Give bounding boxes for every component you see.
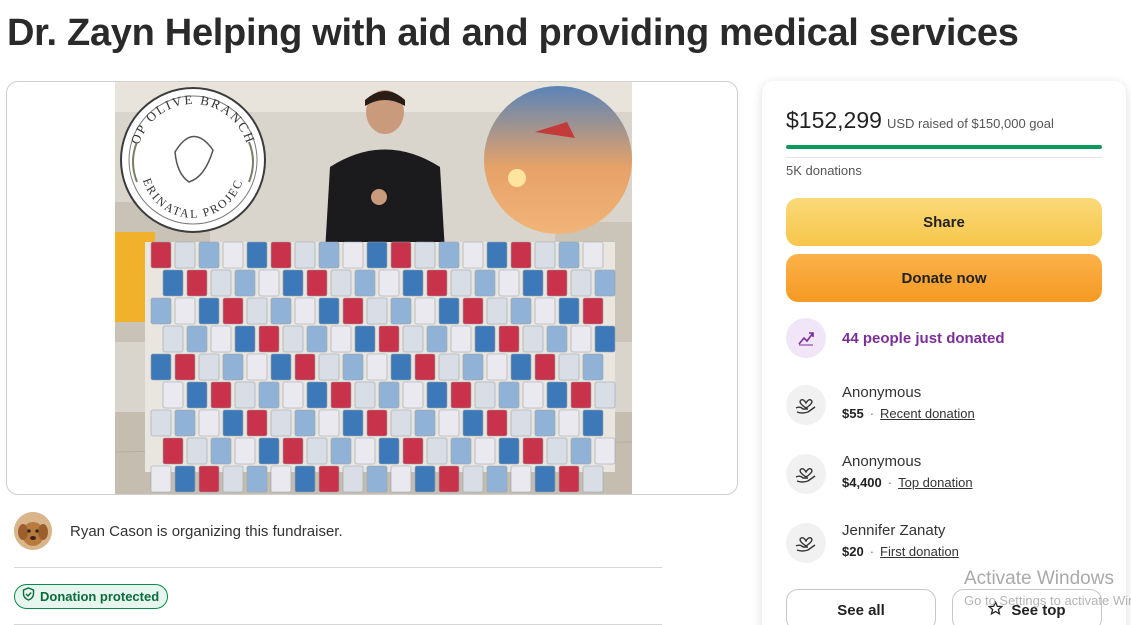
donation-protected-badge[interactable]: Donation protected — [14, 584, 169, 609]
organizer-text: Ryan Cason is organizing this fundraiser… — [70, 522, 343, 540]
organizer-row: Ryan Cason is organizing this fundraiser… — [14, 512, 343, 550]
see-top-label: See top — [1011, 601, 1066, 619]
campaign-hero-image[interactable]: OP OLIVE BRANCH PERINATAL PROJECT — [6, 81, 738, 495]
divider — [14, 567, 662, 568]
star-icon — [987, 600, 1004, 620]
sunset-inset-photo — [484, 86, 632, 234]
donation-amount: $20 — [842, 544, 864, 559]
page-title: Dr. Zayn Helping with aid and providing … — [7, 12, 1019, 54]
donor-name: Jennifer Zanaty — [842, 522, 946, 539]
raised-summary: $152,299 USD raised of $150,000 goal — [786, 107, 1054, 134]
see-all-label: See all — [837, 601, 885, 619]
share-button[interactable]: Share — [786, 198, 1102, 246]
hero-photo: OP OLIVE BRANCH PERINATAL PROJECT — [115, 82, 632, 494]
recent-activity-text: 44 people just donated — [842, 329, 1005, 347]
donation-item: Anonymous $4,400 · Top donation — [786, 452, 973, 494]
donation-amount: $55 — [842, 406, 864, 421]
donation-item: Anonymous $55 · Recent donation — [786, 383, 975, 425]
donation-panel: $152,299 USD raised of $150,000 goal 5K … — [762, 81, 1126, 625]
trending-up-icon — [786, 318, 826, 358]
shield-check-icon — [22, 587, 35, 606]
donation-count: 5K donations — [786, 163, 862, 178]
donation-protected-label: Donation protected — [40, 589, 160, 604]
heart-hands-icon — [786, 385, 826, 425]
donation-item: Jennifer Zanaty $20 · First donation — [786, 521, 959, 563]
see-all-button[interactable]: See all — [786, 589, 936, 625]
organizer-avatar[interactable] — [14, 512, 52, 550]
panel-divider — [786, 157, 1102, 158]
see-top-button[interactable]: See top — [952, 589, 1102, 625]
donation-tag-link[interactable]: Top donation — [898, 475, 972, 490]
raised-amount: $152,299 — [786, 107, 882, 133]
separator-dot: · — [869, 406, 875, 421]
recent-activity-row: 44 people just donated — [786, 318, 1005, 358]
raised-caption: USD raised of $150,000 goal — [886, 116, 1054, 131]
separator-dot: · — [869, 544, 875, 559]
donate-now-button[interactable]: Donate now — [786, 254, 1102, 302]
donor-name: Anonymous — [842, 453, 922, 470]
goal-progress-bar — [786, 145, 1102, 149]
donation-tag-link[interactable]: Recent donation — [880, 406, 975, 421]
heart-hands-icon — [786, 454, 826, 494]
donation-tag-link[interactable]: First donation — [880, 544, 959, 559]
heart-hands-icon — [786, 523, 826, 563]
donor-name: Anonymous — [842, 384, 922, 401]
separator-dot: · — [887, 475, 893, 490]
goal-progress-fill — [786, 145, 1102, 149]
donation-amount: $4,400 — [842, 475, 882, 490]
